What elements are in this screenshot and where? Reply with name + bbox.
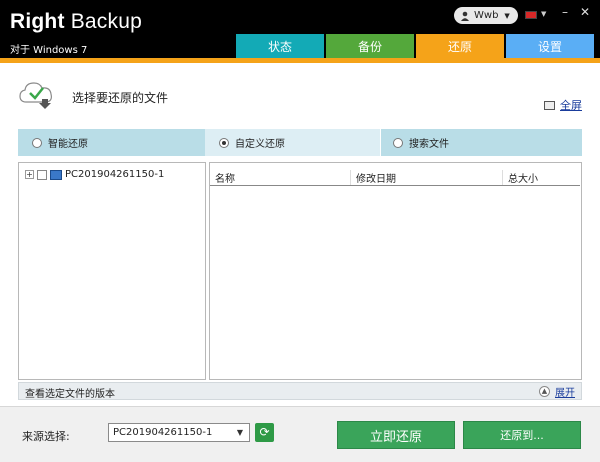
cloud-restore-icon <box>19 82 52 109</box>
source-select-value: PC201904261150-1 <box>113 427 213 438</box>
expand-icon[interactable]: + <box>25 170 34 179</box>
column-modified-date[interactable]: 修改日期 <box>350 170 396 185</box>
tree-node-label: PC201904261150-1 <box>65 169 165 180</box>
file-list-header: 名称 修改日期 总大小 <box>210 169 580 186</box>
mode-search-files[interactable]: 搜索文件 <box>393 129 449 156</box>
tab-backup[interactable]: 备份 <box>326 34 414 58</box>
chevron-down-icon[interactable]: ▼ <box>233 425 247 440</box>
version-bar-label: 查看选定文件的版本 <box>25 389 115 400</box>
source-label: 来源选择: <box>22 430 70 443</box>
app-subtitle: 对于 Windows 7 <box>10 45 88 56</box>
mode-smart-restore[interactable]: 智能还原 <box>32 129 88 156</box>
close-button[interactable]: ✕ <box>578 6 592 18</box>
chevron-down-icon[interactable]: ▼ <box>541 10 546 18</box>
app-header: Right Backup 对于 Windows 7 Wwb ▼ ▼ – ✕ 状态… <box>0 0 600 60</box>
radio-button[interactable] <box>393 137 403 148</box>
footer-bar: 来源选择: PC201904261150-1 ▼ ⟳ 立即还原 还原到... <box>0 406 600 462</box>
restore-now-button[interactable]: 立即还原 <box>337 421 455 449</box>
expand-toggle[interactable]: ▲ 展开 <box>539 384 575 399</box>
tree-node-root[interactable]: + PC201904261150-1 <box>25 169 164 180</box>
chevron-down-icon: ▼ <box>504 11 510 20</box>
app-title: Right Backup <box>10 10 142 33</box>
column-total-size[interactable]: 总大小 <box>502 170 538 185</box>
restore-to-button[interactable]: 还原到... <box>463 421 581 449</box>
refresh-icon: ⟳ <box>259 425 270 439</box>
tree-checkbox[interactable] <box>37 169 47 180</box>
radio-button[interactable] <box>32 137 42 148</box>
fullscreen-toggle[interactable]: 全屏 <box>544 97 582 113</box>
chevron-up-icon[interactable]: ▲ <box>539 386 550 397</box>
refresh-button[interactable]: ⟳ <box>255 423 274 442</box>
computer-icon <box>50 169 62 180</box>
source-select[interactable]: PC201904261150-1 ▼ <box>108 423 250 442</box>
divider <box>380 129 381 156</box>
user-menu[interactable]: Wwb ▼ <box>454 7 518 24</box>
restore-mode-bar: 智能还原 自定义还原 搜索文件 <box>18 129 582 156</box>
folder-tree[interactable]: + PC201904261150-1 <box>18 162 206 380</box>
fullscreen-link[interactable]: 全屏 <box>560 97 582 113</box>
section-title: 选择要还原的文件 <box>72 91 169 105</box>
user-name: Wwb <box>474 10 499 21</box>
version-bar: 查看选定文件的版本 ▲ 展开 <box>18 382 582 400</box>
tab-restore[interactable]: 还原 <box>416 34 504 58</box>
expand-link[interactable]: 展开 <box>555 384 575 399</box>
tab-settings[interactable]: 设置 <box>506 34 594 58</box>
fullscreen-icon <box>544 100 555 110</box>
language-flag-icon[interactable] <box>525 11 537 19</box>
column-name[interactable]: 名称 <box>210 170 235 185</box>
mode-custom-restore[interactable]: 自定义还原 <box>205 129 380 156</box>
radio-button-selected[interactable] <box>219 137 229 148</box>
file-list[interactable]: 名称 修改日期 总大小 <box>209 162 582 380</box>
tab-status[interactable]: 状态 <box>236 34 324 58</box>
minimize-button[interactable]: – <box>558 6 572 18</box>
tab-accent-line <box>0 58 600 63</box>
user-icon <box>461 11 469 21</box>
